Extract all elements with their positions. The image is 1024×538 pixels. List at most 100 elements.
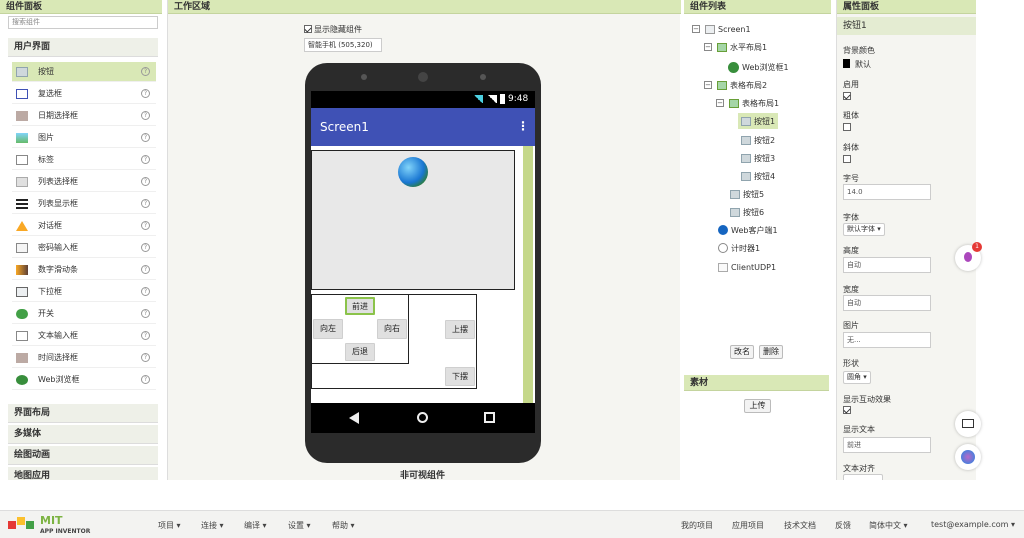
nav-recents-icon[interactable] xyxy=(484,412,495,423)
menu-settings[interactable]: 设置 ▾ xyxy=(288,520,311,531)
palette-item-notifier[interactable]: 对话框 ? xyxy=(12,216,156,236)
help-icon[interactable]: ? xyxy=(141,177,150,186)
right-button[interactable]: 向右 xyxy=(377,319,407,339)
palette-item-image[interactable]: 图片 ? xyxy=(12,128,156,148)
shape-select[interactable]: 圆角 ▾ xyxy=(843,371,871,384)
collapse-icon[interactable]: − xyxy=(716,99,724,107)
palette-item-datepicker[interactable]: 日期选择框 ? xyxy=(12,106,156,126)
help-icon[interactable]: ? xyxy=(141,89,150,98)
palette-item-label[interactable]: 标签 ? xyxy=(12,150,156,170)
overflow-menu-icon[interactable]: ⋮ xyxy=(517,119,529,133)
palette-item-spinner[interactable]: 下拉框 ? xyxy=(12,282,156,302)
delete-button[interactable]: 删除 xyxy=(759,345,783,359)
width-input[interactable]: 自动 xyxy=(843,295,931,311)
category-layout[interactable]: 界面布局 xyxy=(8,404,158,423)
palette-item-webviewer[interactable]: Web浏览框 ? xyxy=(12,370,156,390)
help-icon[interactable]: ? xyxy=(141,67,150,76)
help-icon[interactable]: ? xyxy=(141,331,150,340)
palette-item-checkbox[interactable]: 复选框 ? xyxy=(12,84,156,104)
guide-button[interactable] xyxy=(955,411,981,437)
feedback-checkbox[interactable] xyxy=(843,406,851,414)
tree-node-hlayout1[interactable]: − 水平布局1 xyxy=(704,40,767,54)
help-icon[interactable]: ? xyxy=(141,353,150,362)
button-icon xyxy=(16,66,28,77)
forward-button[interactable]: 前进 xyxy=(345,297,375,315)
show-hidden-checkbox[interactable] xyxy=(304,25,312,33)
help-icon[interactable]: ? xyxy=(141,309,150,318)
nav-home-icon[interactable] xyxy=(417,412,428,423)
collapse-icon[interactable]: − xyxy=(704,81,712,89)
palette-item-listview[interactable]: 列表显示框 ? xyxy=(12,194,156,214)
palette-item-listpicker[interactable]: 列表选择框 ? xyxy=(12,172,156,192)
help-icon[interactable]: ? xyxy=(141,199,150,208)
upload-button[interactable]: 上传 xyxy=(744,399,771,413)
menu-build[interactable]: 编译 ▾ xyxy=(244,520,267,531)
tree-node-button4[interactable]: 按钮4 xyxy=(741,169,775,183)
back-button[interactable]: 后退 xyxy=(345,343,375,361)
category-media[interactable]: 多媒体 xyxy=(8,425,158,444)
height-input[interactable]: 自动 xyxy=(843,257,931,273)
collapse-icon[interactable]: − xyxy=(704,43,712,51)
tree-node-button2[interactable]: 按钮2 xyxy=(741,133,775,147)
palette-search-input[interactable]: 搜索组件 xyxy=(8,16,158,29)
left-button[interactable]: 向左 xyxy=(313,319,343,339)
link-gallery[interactable]: 应用项目 xyxy=(732,520,764,531)
bug-report-button[interactable]: 1 xyxy=(955,242,982,271)
menu-help[interactable]: 帮助 ▾ xyxy=(332,520,355,531)
image-input[interactable]: 无... xyxy=(843,332,931,348)
palette-item-button[interactable]: 按钮 ? xyxy=(12,62,156,82)
text-align-select[interactable] xyxy=(843,474,883,480)
collapse-icon[interactable]: − xyxy=(692,25,700,33)
help-icon[interactable]: ? xyxy=(141,133,150,142)
palette-item-switch[interactable]: 开关 ? xyxy=(12,304,156,324)
help-icon[interactable]: ? xyxy=(141,243,150,252)
rename-button[interactable]: 改名 xyxy=(730,345,754,359)
enabled-checkbox[interactable] xyxy=(843,92,851,100)
help-icon[interactable]: ? xyxy=(141,155,150,164)
palette-item-slider[interactable]: 数字滑动条 ? xyxy=(12,260,156,280)
tree-node-clock1[interactable]: 计时器1 xyxy=(718,241,760,255)
help-icon[interactable]: ? xyxy=(141,265,150,274)
bold-checkbox[interactable] xyxy=(843,123,851,131)
link-my-projects[interactable]: 我的项目 xyxy=(681,520,713,531)
color-swatch[interactable] xyxy=(843,59,850,68)
tree-node-tablelayout2[interactable]: − 表格布局2 xyxy=(704,78,767,92)
tree-node-button1-selected[interactable]: 按钮1 xyxy=(738,113,779,129)
category-drawing[interactable]: 绘图动画 xyxy=(8,446,158,465)
tree-node-button6[interactable]: 按钮6 xyxy=(730,205,764,219)
help-icon[interactable]: ? xyxy=(141,375,150,384)
bgcolor-value[interactable]: 默认 xyxy=(855,59,871,70)
link-feedback[interactable]: 反馈 xyxy=(835,520,851,531)
tree-node-web1[interactable]: Web客户端1 xyxy=(718,223,778,237)
category-user-interface[interactable]: 用户界面 xyxy=(8,38,158,57)
mit-logo-icon[interactable] xyxy=(8,515,34,533)
tree-node-screen1[interactable]: − Screen1 xyxy=(692,22,751,36)
nav-back-icon[interactable] xyxy=(349,412,359,424)
palette-item-timepicker[interactable]: 时间选择框 ? xyxy=(12,348,156,368)
help-icon[interactable]: ? xyxy=(141,221,150,230)
palette-item-password[interactable]: 密码输入框 ? xyxy=(12,238,156,258)
help-icon[interactable]: ? xyxy=(141,111,150,120)
palette-item-textbox[interactable]: 文本输入框 ? xyxy=(12,326,156,346)
font-select[interactable]: 默认字体 ▾ xyxy=(843,223,885,236)
web-viewer-component[interactable] xyxy=(311,150,515,290)
menu-connect[interactable]: 连接 ▾ xyxy=(201,520,224,531)
account-menu[interactable]: test@example.com ▾ xyxy=(931,520,1015,529)
device-select[interactable]: 智能手机 (505,320) xyxy=(304,38,382,52)
link-docs[interactable]: 技术文档 xyxy=(784,520,816,531)
fontsize-input[interactable]: 14.0 xyxy=(843,184,931,200)
ai-assistant-button[interactable] xyxy=(955,444,981,470)
menu-projects[interactable]: 项目 ▾ xyxy=(158,520,181,531)
swing-up-button[interactable]: 上摆 xyxy=(445,320,475,339)
tree-node-clientudp1[interactable]: ClientUDP1 xyxy=(718,260,776,274)
language-select[interactable]: 简体中文 ▾ xyxy=(869,520,908,531)
category-maps[interactable]: 地图应用 xyxy=(8,467,158,480)
swing-down-button[interactable]: 下摆 xyxy=(445,367,475,386)
help-icon[interactable]: ? xyxy=(141,287,150,296)
tree-node-webviewer1[interactable]: Web浏览框1 xyxy=(728,60,789,74)
tree-node-button5[interactable]: 按钮5 xyxy=(730,187,764,201)
tree-node-button3[interactable]: 按钮3 xyxy=(741,151,775,165)
italic-checkbox[interactable] xyxy=(843,155,851,163)
tree-node-tablelayout1[interactable]: − 表格布局1 xyxy=(716,96,779,110)
text-input[interactable]: 前进 xyxy=(843,437,931,453)
